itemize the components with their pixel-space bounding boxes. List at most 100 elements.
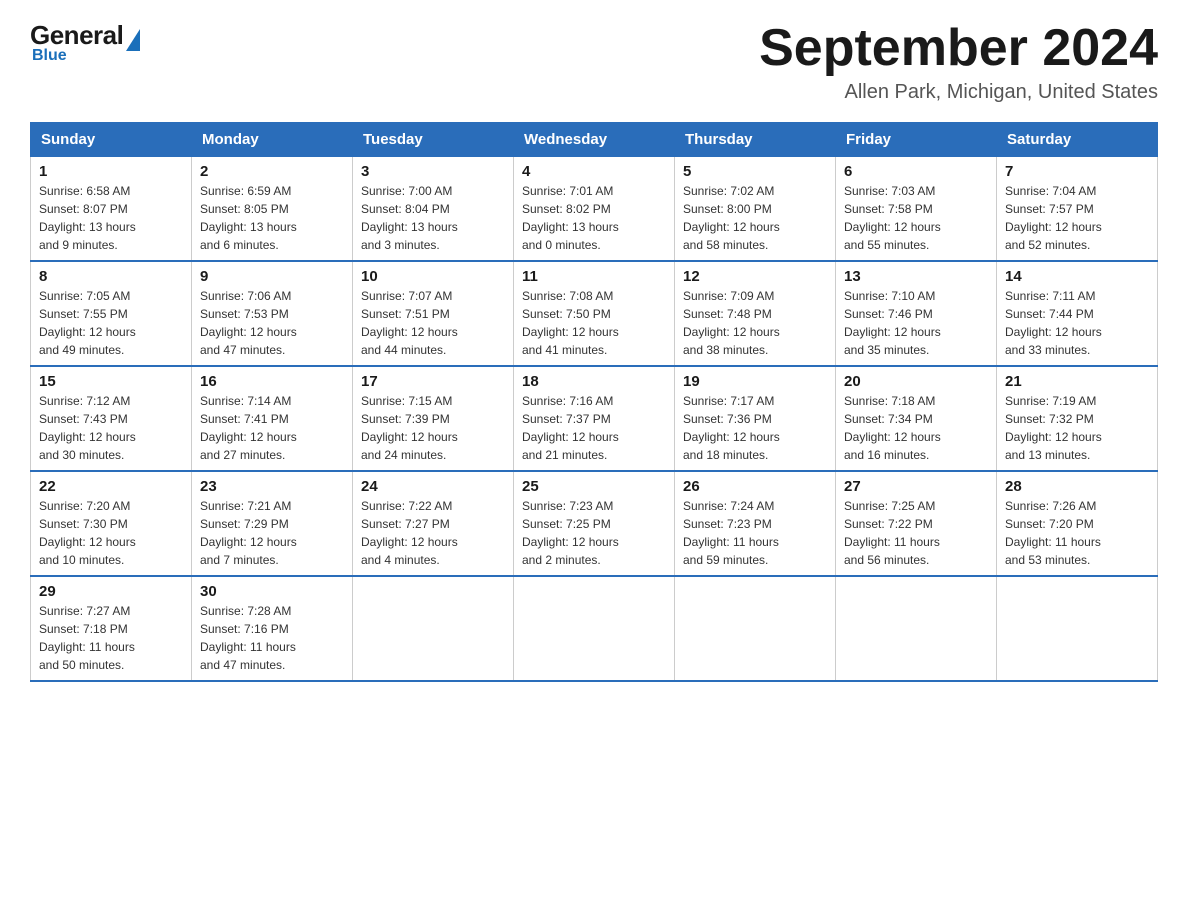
day-info: Sunrise: 6:59 AMSunset: 8:05 PMDaylight:… bbox=[200, 182, 344, 254]
month-year-title: September 2024 bbox=[759, 20, 1158, 77]
day-info: Sunrise: 7:06 AMSunset: 7:53 PMDaylight:… bbox=[200, 287, 344, 359]
day-info: Sunrise: 7:20 AMSunset: 7:30 PMDaylight:… bbox=[39, 497, 183, 569]
day-number: 6 bbox=[844, 163, 988, 180]
calendar-day-cell: 23 Sunrise: 7:21 AMSunset: 7:29 PMDayligh… bbox=[192, 471, 353, 576]
calendar-day-cell: 28Sunrise: 7:26 AMSunset: 7:20 PMDayligh… bbox=[997, 471, 1158, 576]
day-info: Sunrise: 7:00 AMSunset: 8:04 PMDaylight:… bbox=[361, 182, 505, 254]
day-info: Sunrise: 7:21 AMSunset: 7:29 PMDaylight:… bbox=[200, 497, 344, 569]
calendar-day-cell: 26 Sunrise: 7:24 AMSunset: 7:23 PMDayligh… bbox=[675, 471, 836, 576]
calendar-day-cell: 30 Sunrise: 7:28 AMSunset: 7:16 PMDayligh… bbox=[192, 576, 353, 681]
day-number: 8 bbox=[39, 268, 183, 285]
day-number: 23 bbox=[200, 478, 344, 495]
day-number: 3 bbox=[361, 163, 505, 180]
day-number: 21 bbox=[1005, 373, 1149, 390]
calendar-week-row: 15Sunrise: 7:12 AMSunset: 7:43 PMDayligh… bbox=[31, 366, 1158, 471]
calendar-day-cell: 8 Sunrise: 7:05 AMSunset: 7:55 PMDaylight… bbox=[31, 261, 192, 366]
day-number: 29 bbox=[39, 583, 183, 600]
weekday-header-thursday: Thursday bbox=[675, 123, 836, 157]
calendar-day-cell: 7 Sunrise: 7:04 AMSunset: 7:57 PMDaylight… bbox=[997, 157, 1158, 262]
calendar-day-cell: 6 Sunrise: 7:03 AMSunset: 7:58 PMDaylight… bbox=[836, 157, 997, 262]
title-block: September 2024 Allen Park, Michigan, Uni… bbox=[759, 20, 1158, 104]
calendar-day-cell bbox=[836, 576, 997, 681]
calendar-day-cell: 14 Sunrise: 7:11 AMSunset: 7:44 PMDayligh… bbox=[997, 261, 1158, 366]
calendar-day-cell: 13 Sunrise: 7:10 AMSunset: 7:46 PMDayligh… bbox=[836, 261, 997, 366]
calendar-table: SundayMondayTuesdayWednesdayThursdayFrid… bbox=[30, 122, 1158, 682]
calendar-day-cell: 17Sunrise: 7:15 AMSunset: 7:39 PMDayligh… bbox=[353, 366, 514, 471]
logo-blue-text: Blue bbox=[32, 47, 67, 65]
day-number: 7 bbox=[1005, 163, 1149, 180]
calendar-day-cell: 5Sunrise: 7:02 AMSunset: 8:00 PMDaylight… bbox=[675, 157, 836, 262]
day-info: Sunrise: 7:18 AMSunset: 7:34 PMDaylight:… bbox=[844, 392, 988, 464]
calendar-week-row: 22 Sunrise: 7:20 AMSunset: 7:30 PMDayligh… bbox=[31, 471, 1158, 576]
calendar-day-cell bbox=[997, 576, 1158, 681]
day-info: Sunrise: 7:24 AMSunset: 7:23 PMDaylight:… bbox=[683, 497, 827, 569]
calendar-day-cell: 25Sunrise: 7:23 AMSunset: 7:25 PMDayligh… bbox=[514, 471, 675, 576]
day-info: Sunrise: 7:14 AMSunset: 7:41 PMDaylight:… bbox=[200, 392, 344, 464]
weekday-header-sunday: Sunday bbox=[31, 123, 192, 157]
day-number: 30 bbox=[200, 583, 344, 600]
calendar-day-cell bbox=[514, 576, 675, 681]
day-number: 14 bbox=[1005, 268, 1149, 285]
calendar-day-cell: 11Sunrise: 7:08 AMSunset: 7:50 PMDayligh… bbox=[514, 261, 675, 366]
day-number: 10 bbox=[361, 268, 505, 285]
calendar-day-cell: 15Sunrise: 7:12 AMSunset: 7:43 PMDayligh… bbox=[31, 366, 192, 471]
day-info: Sunrise: 7:05 AMSunset: 7:55 PMDaylight:… bbox=[39, 287, 183, 359]
calendar-day-cell: 1 Sunrise: 6:58 AMSunset: 8:07 PMDaylight… bbox=[31, 157, 192, 262]
calendar-day-cell: 18 Sunrise: 7:16 AMSunset: 7:37 PMDayligh… bbox=[514, 366, 675, 471]
day-number: 24 bbox=[361, 478, 505, 495]
day-info: Sunrise: 7:03 AMSunset: 7:58 PMDaylight:… bbox=[844, 182, 988, 254]
day-info: Sunrise: 7:22 AMSunset: 7:27 PMDaylight:… bbox=[361, 497, 505, 569]
logo: General Blue bbox=[30, 20, 140, 65]
day-number: 18 bbox=[522, 373, 666, 390]
day-number: 13 bbox=[844, 268, 988, 285]
day-number: 9 bbox=[200, 268, 344, 285]
day-number: 4 bbox=[522, 163, 666, 180]
calendar-week-row: 29 Sunrise: 7:27 AMSunset: 7:18 PMDayligh… bbox=[31, 576, 1158, 681]
weekday-header-tuesday: Tuesday bbox=[353, 123, 514, 157]
day-number: 27 bbox=[844, 478, 988, 495]
page-header: General Blue September 2024 Allen Park, … bbox=[30, 20, 1158, 104]
day-number: 11 bbox=[522, 268, 666, 285]
day-number: 20 bbox=[844, 373, 988, 390]
weekday-header-row: SundayMondayTuesdayWednesdayThursdayFrid… bbox=[31, 123, 1158, 157]
day-number: 22 bbox=[39, 478, 183, 495]
calendar-day-cell: 16Sunrise: 7:14 AMSunset: 7:41 PMDayligh… bbox=[192, 366, 353, 471]
calendar-day-cell: 19Sunrise: 7:17 AMSunset: 7:36 PMDayligh… bbox=[675, 366, 836, 471]
calendar-week-row: 8 Sunrise: 7:05 AMSunset: 7:55 PMDaylight… bbox=[31, 261, 1158, 366]
day-info: Sunrise: 6:58 AMSunset: 8:07 PMDaylight:… bbox=[39, 182, 183, 254]
day-info: Sunrise: 7:01 AMSunset: 8:02 PMDaylight:… bbox=[522, 182, 666, 254]
day-number: 25 bbox=[522, 478, 666, 495]
calendar-day-cell: 12Sunrise: 7:09 AMSunset: 7:48 PMDayligh… bbox=[675, 261, 836, 366]
calendar-day-cell: 27 Sunrise: 7:25 AMSunset: 7:22 PMDayligh… bbox=[836, 471, 997, 576]
day-info: Sunrise: 7:28 AMSunset: 7:16 PMDaylight:… bbox=[200, 602, 344, 674]
weekday-header-saturday: Saturday bbox=[997, 123, 1158, 157]
day-info: Sunrise: 7:16 AMSunset: 7:37 PMDaylight:… bbox=[522, 392, 666, 464]
day-number: 26 bbox=[683, 478, 827, 495]
day-number: 15 bbox=[39, 373, 183, 390]
day-info: Sunrise: 7:09 AMSunset: 7:48 PMDaylight:… bbox=[683, 287, 827, 359]
calendar-day-cell: 9 Sunrise: 7:06 AMSunset: 7:53 PMDaylight… bbox=[192, 261, 353, 366]
day-number: 1 bbox=[39, 163, 183, 180]
weekday-header-wednesday: Wednesday bbox=[514, 123, 675, 157]
calendar-day-cell: 24 Sunrise: 7:22 AMSunset: 7:27 PMDayligh… bbox=[353, 471, 514, 576]
calendar-day-cell: 22 Sunrise: 7:20 AMSunset: 7:30 PMDayligh… bbox=[31, 471, 192, 576]
calendar-day-cell: 20 Sunrise: 7:18 AMSunset: 7:34 PMDayligh… bbox=[836, 366, 997, 471]
day-info: Sunrise: 7:15 AMSunset: 7:39 PMDaylight:… bbox=[361, 392, 505, 464]
calendar-day-cell: 4 Sunrise: 7:01 AMSunset: 8:02 PMDaylight… bbox=[514, 157, 675, 262]
day-number: 2 bbox=[200, 163, 344, 180]
weekday-header-friday: Friday bbox=[836, 123, 997, 157]
calendar-day-cell bbox=[353, 576, 514, 681]
day-info: Sunrise: 7:02 AMSunset: 8:00 PMDaylight:… bbox=[683, 182, 827, 254]
day-info: Sunrise: 7:26 AMSunset: 7:20 PMDaylight:… bbox=[1005, 497, 1149, 569]
calendar-day-cell: 2 Sunrise: 6:59 AMSunset: 8:05 PMDaylight… bbox=[192, 157, 353, 262]
location-subtitle: Allen Park, Michigan, United States bbox=[759, 81, 1158, 104]
day-info: Sunrise: 7:25 AMSunset: 7:22 PMDaylight:… bbox=[844, 497, 988, 569]
day-info: Sunrise: 7:27 AMSunset: 7:18 PMDaylight:… bbox=[39, 602, 183, 674]
day-info: Sunrise: 7:07 AMSunset: 7:51 PMDaylight:… bbox=[361, 287, 505, 359]
logo-triangle-icon bbox=[126, 29, 140, 51]
day-info: Sunrise: 7:10 AMSunset: 7:46 PMDaylight:… bbox=[844, 287, 988, 359]
day-info: Sunrise: 7:04 AMSunset: 7:57 PMDaylight:… bbox=[1005, 182, 1149, 254]
day-info: Sunrise: 7:11 AMSunset: 7:44 PMDaylight:… bbox=[1005, 287, 1149, 359]
calendar-day-cell: 10 Sunrise: 7:07 AMSunset: 7:51 PMDayligh… bbox=[353, 261, 514, 366]
day-info: Sunrise: 7:17 AMSunset: 7:36 PMDaylight:… bbox=[683, 392, 827, 464]
